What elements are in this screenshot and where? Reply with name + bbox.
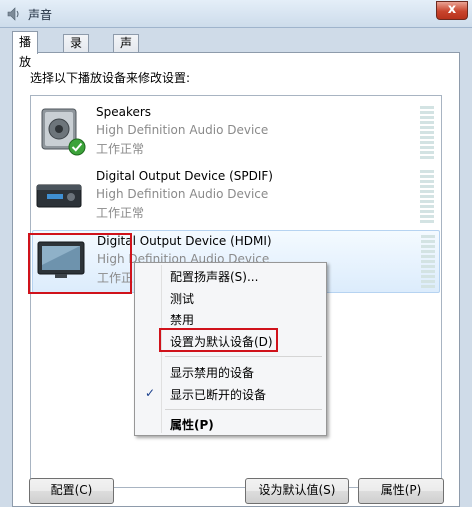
close-button[interactable]: x: [436, 1, 468, 20]
menu-item-show-disconnected[interactable]: ✓ 显示已断开的设备: [137, 384, 324, 404]
default-check-icon: [68, 138, 86, 156]
device-description: High Definition Audio Device: [96, 187, 269, 201]
properties-button[interactable]: 属性(P): [358, 478, 444, 504]
level-meter: [420, 170, 434, 224]
device-description: High Definition Audio Device: [96, 123, 269, 137]
menu-item-configure-speakers[interactable]: 配置扬声器(S)...: [137, 266, 324, 286]
context-menu: 配置扬声器(S)... 测试 禁用 设置为默认设备(D) 显示禁用的设备 ✓ 显…: [134, 262, 327, 436]
device-name: Digital Output Device (SPDIF): [96, 169, 273, 183]
menu-separator: [165, 356, 322, 357]
set-default-button[interactable]: 设为默认值(S): [245, 478, 349, 504]
menu-item-set-default[interactable]: 设置为默认设备(D): [137, 331, 324, 351]
menu-item-show-disabled[interactable]: 显示禁用的设备: [137, 362, 324, 382]
level-meter: [420, 106, 434, 160]
level-meter: [421, 235, 435, 289]
check-icon: ✓: [145, 386, 156, 400]
menu-item-properties[interactable]: 属性(P): [137, 414, 324, 434]
monitor-icon: [37, 241, 85, 278]
close-icon: x: [447, 2, 457, 17]
menu-item-test[interactable]: 测试: [137, 288, 324, 308]
device-status: 工作正常: [96, 142, 145, 156]
title-bar: 声音 x: [0, 0, 472, 28]
device-name: Speakers: [96, 105, 152, 119]
instruction-text: 选择以下播放设备来修改设置:: [30, 71, 191, 85]
tab-recording[interactable]: 录制: [63, 34, 90, 67]
menu-item-disable[interactable]: 禁用: [137, 309, 324, 329]
device-item-speakers[interactable]: Speakers High Definition Audio Device 工作…: [32, 102, 440, 164]
device-item-spdif[interactable]: Digital Output Device (SPDIF) High Defin…: [32, 166, 440, 228]
receiver-icon: [36, 184, 82, 208]
window-title: 声音: [28, 8, 53, 22]
device-name: Digital Output Device (HDMI): [97, 234, 272, 248]
configure-button[interactable]: 配置(C): [29, 478, 114, 504]
device-status: 工作正常: [96, 206, 145, 220]
tab-playback[interactable]: 播放: [12, 31, 39, 69]
tab-sounds[interactable]: 声音: [113, 34, 140, 67]
speaker-icon: [7, 7, 19, 21]
menu-separator: [165, 409, 322, 410]
